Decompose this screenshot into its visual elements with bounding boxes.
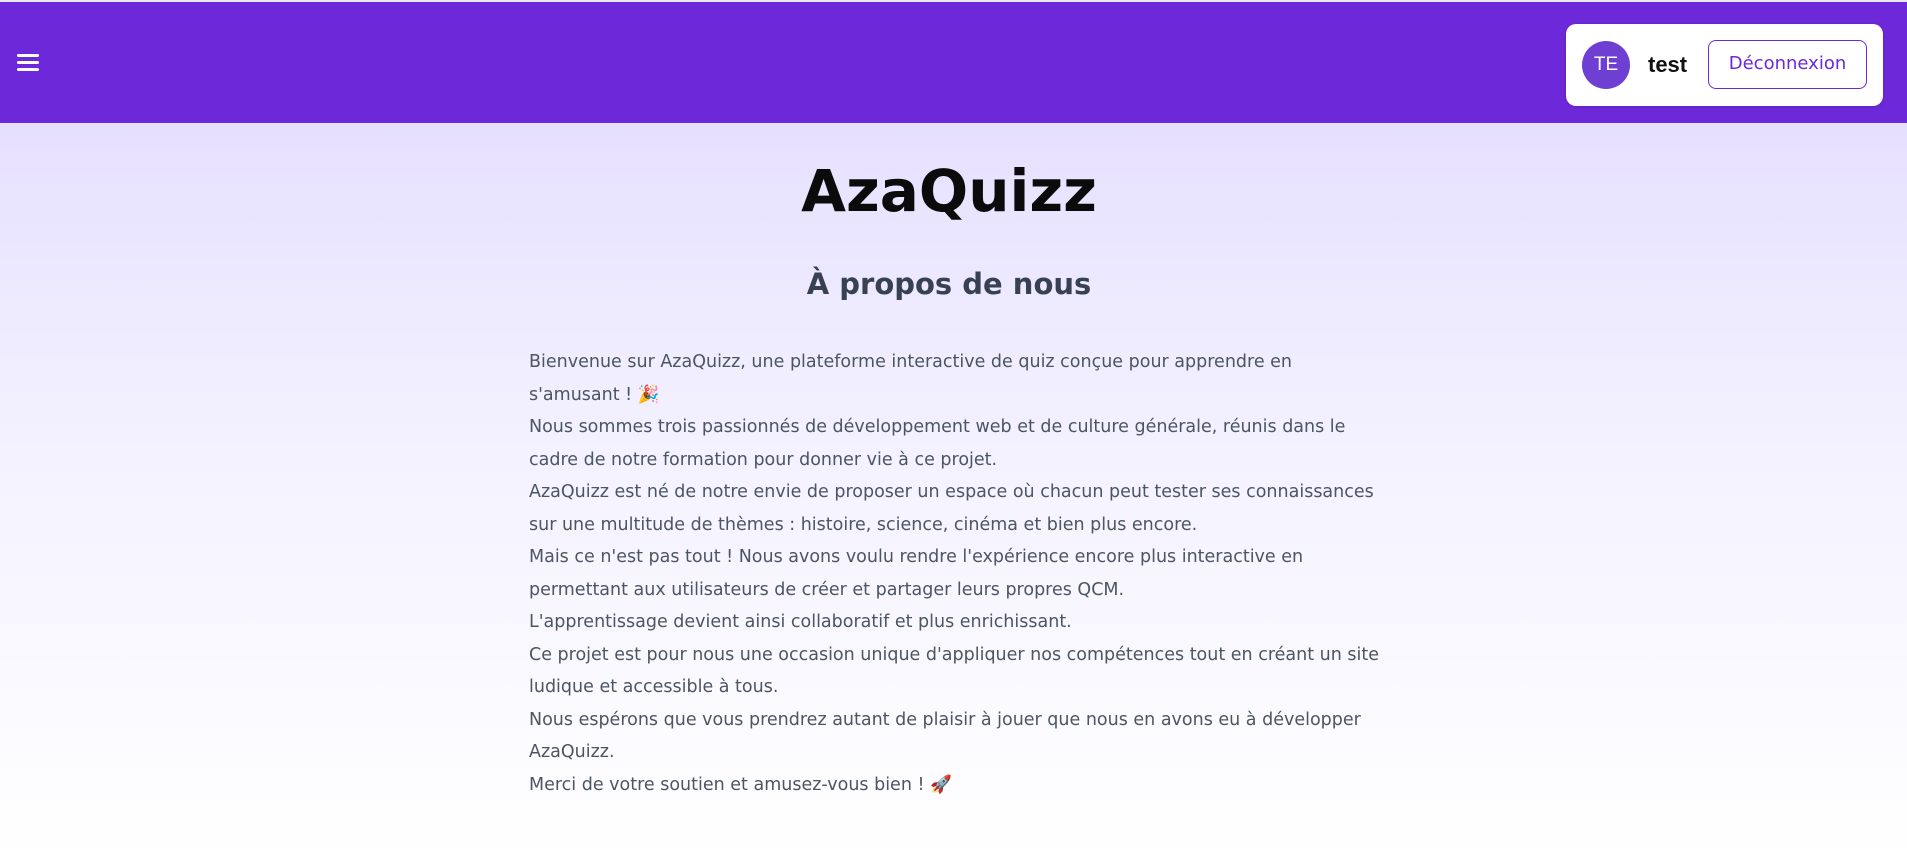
hamburger-menu-icon[interactable] — [14, 47, 42, 75]
about-paragraph: AzaQuizz est né de notre envie de propos… — [529, 482, 1374, 535]
menu-icon-line — [17, 68, 39, 71]
about-page: AzaQuizz À propos de nous Bienvenue sur … — [0, 123, 1907, 860]
username: test — [1648, 52, 1688, 77]
section-title: À propos de nous — [806, 267, 1092, 301]
about-paragraph: Nous sommes trois passionnés de développ… — [529, 417, 1346, 470]
about-paragraph: Merci de votre soutien et amusez-vous bi… — [529, 774, 952, 795]
avatar: TE — [1582, 41, 1630, 89]
about-paragraph: Mais ce n'est pas tout ! Nous avons voul… — [529, 547, 1304, 600]
about-paragraph: Bienvenue sur AzaQuizz, une plateforme i… — [529, 352, 1293, 405]
about-text: Bienvenue sur AzaQuizz, une plateforme i… — [529, 346, 1379, 801]
menu-icon-line — [17, 54, 39, 57]
about-paragraph: Ce projet est pour nous une occasion uni… — [529, 644, 1379, 698]
logout-button[interactable]: Déconnexion — [1708, 40, 1867, 89]
user-card: TE test Déconnexion — [1566, 24, 1883, 106]
page-title: AzaQuizz — [801, 157, 1097, 225]
menu-icon-line — [17, 61, 39, 64]
about-paragraph: Nous espérons que vous prendrez autant d… — [529, 709, 1361, 763]
navbar: TE test Déconnexion — [0, 2, 1907, 123]
about-paragraph: L'apprentissage devient ainsi collaborat… — [529, 612, 1072, 632]
